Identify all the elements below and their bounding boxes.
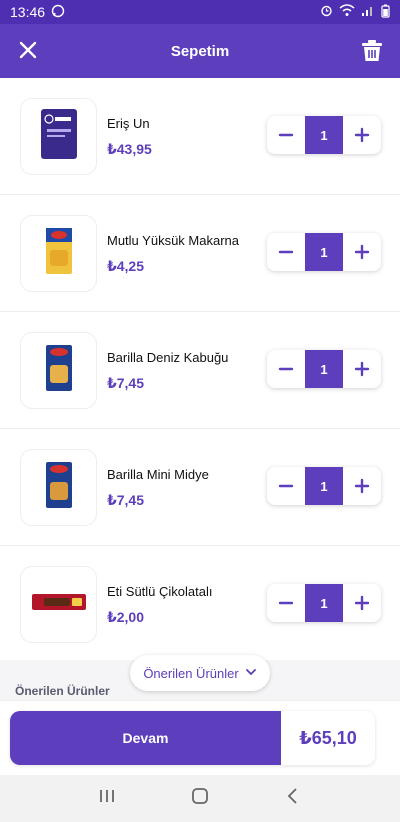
suggestions-toggle-label: Önerilen Ürünler xyxy=(143,665,239,681)
increase-button[interactable] xyxy=(343,233,381,271)
decrease-button[interactable] xyxy=(267,116,305,154)
checkout-bar: Devam ₺65,10 xyxy=(0,700,400,775)
recent-apps-icon[interactable] xyxy=(97,786,117,811)
whatsapp-icon xyxy=(51,4,65,21)
signal-icon xyxy=(361,4,375,20)
quantity-stepper: 1 xyxy=(267,467,381,505)
cart-item: Mutlu Yüksük Makarna ₺4,25 1 xyxy=(0,195,400,312)
decrease-button[interactable] xyxy=(267,350,305,388)
product-name: Eriş Un xyxy=(107,116,150,131)
quantity-value: 1 xyxy=(305,350,343,388)
close-icon[interactable] xyxy=(14,36,42,64)
decrease-button[interactable] xyxy=(267,233,305,271)
chevron-down-icon xyxy=(245,666,257,681)
product-price: ₺7,45 xyxy=(107,375,144,391)
decrease-button[interactable] xyxy=(267,467,305,505)
product-thumbnail[interactable] xyxy=(20,98,97,175)
cart-item: Eti Sütlü Çikolatalı ₺2,00 1 xyxy=(0,546,400,663)
system-navigation-bar xyxy=(0,775,400,822)
status-bar: 13:46 xyxy=(0,0,400,24)
home-icon[interactable] xyxy=(190,786,210,811)
product-thumbnail[interactable] xyxy=(20,215,97,292)
quantity-value: 1 xyxy=(305,584,343,622)
status-time: 13:46 xyxy=(10,4,46,20)
alarm-icon xyxy=(320,4,333,20)
pasta-box-icon xyxy=(42,343,76,398)
quantity-value: 1 xyxy=(305,467,343,505)
product-price: ₺43,95 xyxy=(107,141,152,157)
cart-total: ₺65,10 xyxy=(281,711,375,765)
cart-list: Eriş Un ₺43,95 1 Mutlu Yüksük Makarna ₺4… xyxy=(0,78,400,663)
quantity-stepper: 1 xyxy=(267,584,381,622)
flour-bag-icon xyxy=(37,107,81,166)
decrease-button[interactable] xyxy=(267,584,305,622)
suggestions-heading: Önerilen Ürünler xyxy=(15,684,110,698)
product-thumbnail[interactable] xyxy=(20,332,97,409)
quantity-stepper: 1 xyxy=(267,116,381,154)
cart-item: Barilla Deniz Kabuğu ₺7,45 1 xyxy=(0,312,400,429)
chocolate-bar-icon xyxy=(30,590,88,619)
quantity-value: 1 xyxy=(305,233,343,271)
product-price: ₺7,45 xyxy=(107,492,144,508)
cart-item: Barilla Mini Midye ₺7,45 1 xyxy=(0,429,400,546)
pasta-box-icon xyxy=(42,460,76,515)
product-price: ₺4,25 xyxy=(107,258,144,274)
pasta-box-icon xyxy=(42,226,76,281)
product-price: ₺2,00 xyxy=(107,609,144,625)
product-name: Barilla Mini Midye xyxy=(107,467,209,482)
app-header: Sepetim xyxy=(0,24,400,78)
quantity-stepper: 1 xyxy=(267,350,381,388)
product-name: Eti Sütlü Çikolatalı xyxy=(107,584,213,599)
suggestions-toggle-button[interactable]: Önerilen Ürünler xyxy=(130,655,270,691)
quantity-value: 1 xyxy=(305,116,343,154)
product-name: Barilla Deniz Kabuğu xyxy=(107,350,229,365)
wifi-icon xyxy=(339,4,355,20)
checkout-button-group: Devam ₺65,10 xyxy=(10,711,375,765)
back-icon[interactable] xyxy=(283,786,303,811)
battery-icon xyxy=(381,4,390,21)
cart-item: Eriş Un ₺43,95 1 xyxy=(0,78,400,195)
product-thumbnail[interactable] xyxy=(20,566,97,643)
trash-icon[interactable] xyxy=(358,36,386,64)
increase-button[interactable] xyxy=(343,116,381,154)
product-thumbnail[interactable] xyxy=(20,449,97,526)
increase-button[interactable] xyxy=(343,584,381,622)
continue-button[interactable]: Devam xyxy=(10,711,281,765)
increase-button[interactable] xyxy=(343,350,381,388)
page-title: Sepetim xyxy=(170,42,230,60)
quantity-stepper: 1 xyxy=(267,233,381,271)
increase-button[interactable] xyxy=(343,467,381,505)
suggestions-section: Önerilen Ürünler Önerilen Ürünler xyxy=(0,655,400,700)
product-name: Mutlu Yüksük Makarna xyxy=(107,233,239,248)
